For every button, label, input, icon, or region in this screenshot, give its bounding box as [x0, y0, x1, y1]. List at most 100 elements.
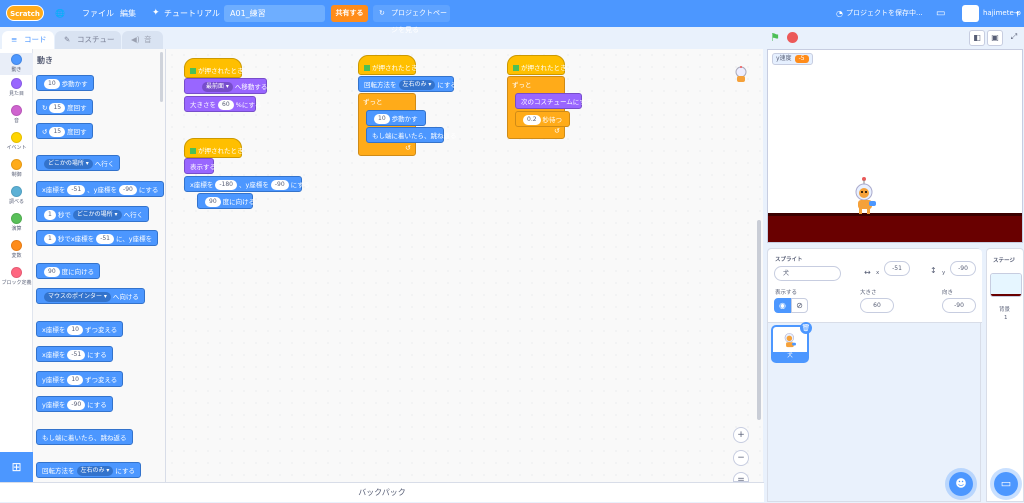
add-sprite-button[interactable]: ☻	[949, 472, 973, 496]
stage-pane[interactable]: ステージ 背景 1	[986, 248, 1024, 502]
green-flag-icon[interactable]: ⚑	[770, 32, 782, 44]
next-costume-block[interactable]: 次のコスチュームにする	[515, 93, 592, 109]
palette-scrollbar[interactable]	[160, 52, 163, 102]
sprite-name-input[interactable]: 犬	[774, 266, 841, 281]
block-input[interactable]: 90	[44, 267, 60, 277]
palette-block-glide-xy[interactable]: 1 秒でx座標を -51 に、y座標を	[36, 230, 159, 246]
palette-block-change-y[interactable]: y座標を 10 ずつ変える	[36, 371, 124, 387]
when-flag-clicked-hat[interactable]: が押されたとき	[358, 55, 418, 75]
block-input[interactable]: -90	[67, 400, 86, 410]
block-input[interactable]: 10	[67, 325, 83, 335]
zoom-in-button[interactable]: +	[733, 427, 749, 443]
tab-sounds[interactable]: ◀) 音	[122, 31, 163, 49]
block-input[interactable]: -51	[96, 234, 114, 244]
rotation-style-block[interactable]: 回転方法を 左右のみ ▾ にする	[358, 76, 457, 92]
when-flag-clicked-hat[interactable]: が押されたとき	[184, 138, 244, 158]
block-palette[interactable]: 動き 10 歩動かす ↻ 15 度回す ↺ 15 度回す どこかの場所 ▾ へ行く x座標を…	[33, 49, 166, 482]
stage[interactable]: y速度 -5	[767, 49, 1023, 243]
block-input[interactable]: 90	[205, 197, 221, 207]
category-sound[interactable]: 音	[0, 105, 33, 124]
scratch-logo[interactable]: Scratch	[6, 5, 44, 21]
fullscreen-button[interactable]: ⤢	[1006, 30, 1022, 46]
menu-tutorials[interactable]: チュートリアル	[164, 0, 220, 27]
block-dropdown[interactable]: 左右のみ ▾	[76, 466, 114, 476]
chevron-down-icon[interactable]: ▾	[1016, 0, 1019, 27]
user-avatar[interactable]	[962, 5, 979, 22]
tab-code[interactable]: ≡ コード	[2, 31, 54, 49]
share-button[interactable]: 共有する	[331, 5, 368, 22]
palette-block-glide-to[interactable]: 1 秒で どこかの場所 ▾ へ行く	[36, 206, 150, 222]
palette-block-point-direction[interactable]: 90 度に向ける	[36, 263, 101, 279]
category-motion[interactable]: 動き	[0, 53, 33, 75]
show-block[interactable]: 表示する	[184, 158, 216, 174]
palette-block-set-y[interactable]: y座標を -90 にする	[36, 396, 113, 412]
go-to-layer-block[interactable]: 最前面 ▾ へ移動する	[184, 78, 267, 94]
when-flag-clicked-hat[interactable]: が押されたとき	[184, 58, 244, 78]
x-input[interactable]: -51	[884, 261, 910, 276]
size-input[interactable]: 60	[860, 298, 894, 313]
block-dropdown[interactable]: 左右のみ ▾	[398, 80, 436, 90]
move-steps-block[interactable]: 10 歩動かす	[366, 110, 426, 126]
block-input[interactable]: 15	[49, 127, 66, 137]
stop-icon[interactable]	[787, 32, 798, 43]
block-input[interactable]: 1	[44, 234, 56, 244]
backpack-bar[interactable]: バックパック	[0, 482, 764, 502]
bounce-block[interactable]: もし端に着いたら、跳ね返る	[366, 127, 457, 143]
palette-block-bounce[interactable]: もし端に着いたら、跳ね返る	[36, 429, 133, 445]
block-input[interactable]: 60	[218, 100, 234, 110]
delete-sprite-button[interactable]: 🗑	[800, 322, 812, 334]
block-input[interactable]: -90	[119, 185, 137, 195]
menu-edit[interactable]: 編集	[120, 0, 136, 27]
palette-block-change-x[interactable]: x座標を 10 ずつ変える	[36, 321, 124, 337]
block-input[interactable]: 10	[374, 114, 390, 124]
block-input[interactable]: 15	[49, 103, 66, 113]
hide-sprite-button[interactable]: ⊘	[791, 298, 808, 313]
palette-block-turn-right[interactable]: ↻ 15 度回す	[36, 99, 93, 115]
block-dropdown[interactable]: どこかの場所 ▾	[44, 159, 93, 169]
language-globe-icon[interactable]: 🌐	[55, 0, 65, 27]
category-operators[interactable]: 演算	[0, 213, 33, 232]
direction-input[interactable]: -90	[942, 298, 976, 313]
category-sensing[interactable]: 調べる	[0, 186, 33, 205]
block-dropdown[interactable]: どこかの場所 ▾	[72, 210, 122, 220]
palette-block-goto[interactable]: どこかの場所 ▾ へ行く	[36, 155, 121, 171]
category-events[interactable]: イベント	[0, 132, 33, 151]
block-input[interactable]: 10	[67, 375, 83, 385]
set-size-block[interactable]: 大きさを 60 %にする	[184, 96, 261, 112]
goto-xy-block[interactable]: x座標を -180 、y座標を -90 にする	[184, 176, 310, 192]
palette-block-goto-xy[interactable]: x座標を -51 、y座標を -90 にする	[36, 181, 165, 197]
block-input[interactable]: -90	[270, 180, 289, 190]
block-input[interactable]: 10	[44, 79, 60, 89]
category-my-blocks[interactable]: ブロック定義	[0, 267, 33, 286]
project-title-input[interactable]: A01_練習	[224, 5, 325, 22]
add-extension-button[interactable]: ⊞	[0, 452, 33, 482]
category-looks[interactable]: 見た目	[0, 78, 33, 97]
add-backdrop-button[interactable]: ▭	[994, 472, 1018, 496]
block-input[interactable]: -180	[215, 180, 237, 190]
point-direction-block[interactable]: 90 度に向ける	[197, 193, 255, 209]
category-variables[interactable]: 変数	[0, 240, 33, 259]
large-stage-button[interactable]: ▣	[987, 30, 1003, 46]
dog-sprite[interactable]	[852, 176, 882, 216]
y-input[interactable]: -90	[950, 261, 976, 276]
see-project-page-button[interactable]: ↻ プロジェクトページを見る	[373, 5, 450, 34]
block-dropdown[interactable]: 最前面 ▾	[202, 82, 233, 92]
palette-block-point-towards[interactable]: マウスのポインター ▾ へ向ける	[36, 288, 145, 304]
category-control[interactable]: 制御	[0, 159, 33, 178]
palette-block-move[interactable]: 10 歩動かす	[36, 75, 94, 91]
block-input[interactable]: 0.2	[523, 115, 541, 125]
when-flag-clicked-hat[interactable]: が押されたとき	[507, 55, 567, 75]
block-dropdown[interactable]: マウスのポインター ▾	[44, 292, 111, 302]
small-stage-button[interactable]: ◧	[969, 30, 985, 46]
block-input[interactable]: -51	[67, 350, 86, 360]
workspace-scrollbar[interactable]	[757, 220, 761, 420]
menu-file[interactable]: ファイル	[82, 0, 114, 27]
block-input[interactable]: 1	[44, 210, 56, 220]
tab-costumes[interactable]: ✎コスチューム	[55, 31, 121, 62]
variable-monitor[interactable]: y速度 -5	[772, 53, 813, 65]
show-sprite-button[interactable]: ◉	[774, 298, 791, 313]
backdrop-thumbnail[interactable]	[990, 273, 1022, 297]
palette-block-turn-left[interactable]: ↺ 15 度回す	[36, 123, 93, 139]
zoom-reset-button[interactable]: =	[733, 472, 749, 485]
my-stuff-folder-icon[interactable]: ▭	[936, 0, 945, 27]
